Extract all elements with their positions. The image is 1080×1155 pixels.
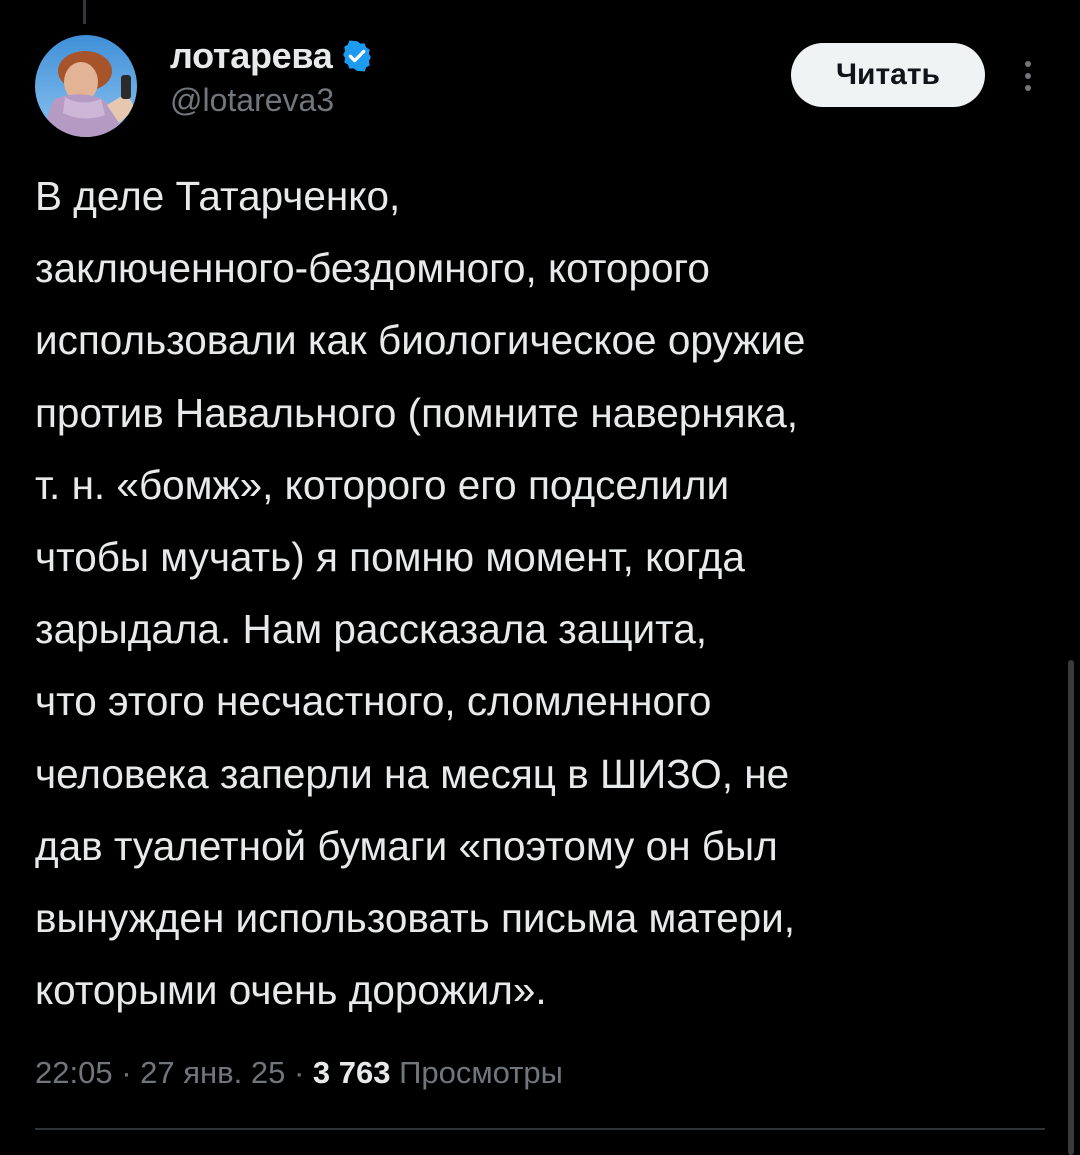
meta-separator: · bbox=[285, 1055, 313, 1090]
more-options-icon[interactable] bbox=[1014, 56, 1042, 96]
tweet-line: против Навального (помните наверняка, bbox=[35, 389, 798, 436]
views-count[interactable]: 3 763 bbox=[313, 1055, 391, 1090]
tweet-line: человека заперли на месяц в ШИЗО, не bbox=[35, 750, 790, 797]
tweet-date[interactable]: 27 янв. 25 bbox=[140, 1055, 285, 1090]
scrollbar[interactable] bbox=[1068, 660, 1074, 1155]
tweet-line: т. н. «бомж», которого его подселили bbox=[35, 461, 730, 508]
tweet-time[interactable]: 22:05 bbox=[35, 1055, 113, 1090]
user-handle[interactable]: @lotareva3 bbox=[170, 82, 374, 119]
tweet-line: что этого несчастного, сломленного bbox=[35, 678, 712, 725]
thread-connector-line bbox=[83, 0, 86, 24]
tweet-line: вынужден использовать письма матери, bbox=[35, 895, 795, 942]
name-row: лотарева bbox=[170, 34, 374, 78]
meta-separator: · bbox=[112, 1055, 141, 1090]
tweet-line: которыми очень дорожил». bbox=[35, 967, 547, 1014]
tweet-line: В деле Татарченко, bbox=[35, 173, 401, 219]
display-name[interactable]: лотарева bbox=[170, 35, 333, 77]
tweet-line: заключенного-бездомного, которого bbox=[35, 245, 710, 292]
verified-badge-icon bbox=[340, 39, 374, 73]
avatar-image bbox=[35, 35, 137, 137]
tweet-meta: 22:05 · 27 янв. 25 · 3 763 Просмотры bbox=[35, 1045, 563, 1101]
divider bbox=[35, 1128, 1045, 1130]
tweet-text: В деле Татарченко, заключенного-бездомно… bbox=[35, 160, 1045, 1026]
tweet-line: дав туалетной бумаги «поэтому он был bbox=[35, 822, 778, 869]
tweet-line: чтобы мучать) я помню момент, когда bbox=[35, 534, 745, 581]
views-label[interactable]: Просмотры bbox=[390, 1055, 563, 1090]
follow-button[interactable]: Читать bbox=[791, 43, 985, 107]
author-info[interactable]: лотарева @lotareva3 bbox=[170, 34, 374, 119]
tweet-line: использовали как биологическое оружие bbox=[35, 317, 806, 364]
tweet-line: зарыдала. Нам рассказала защита, bbox=[35, 606, 708, 653]
avatar[interactable] bbox=[35, 35, 137, 137]
